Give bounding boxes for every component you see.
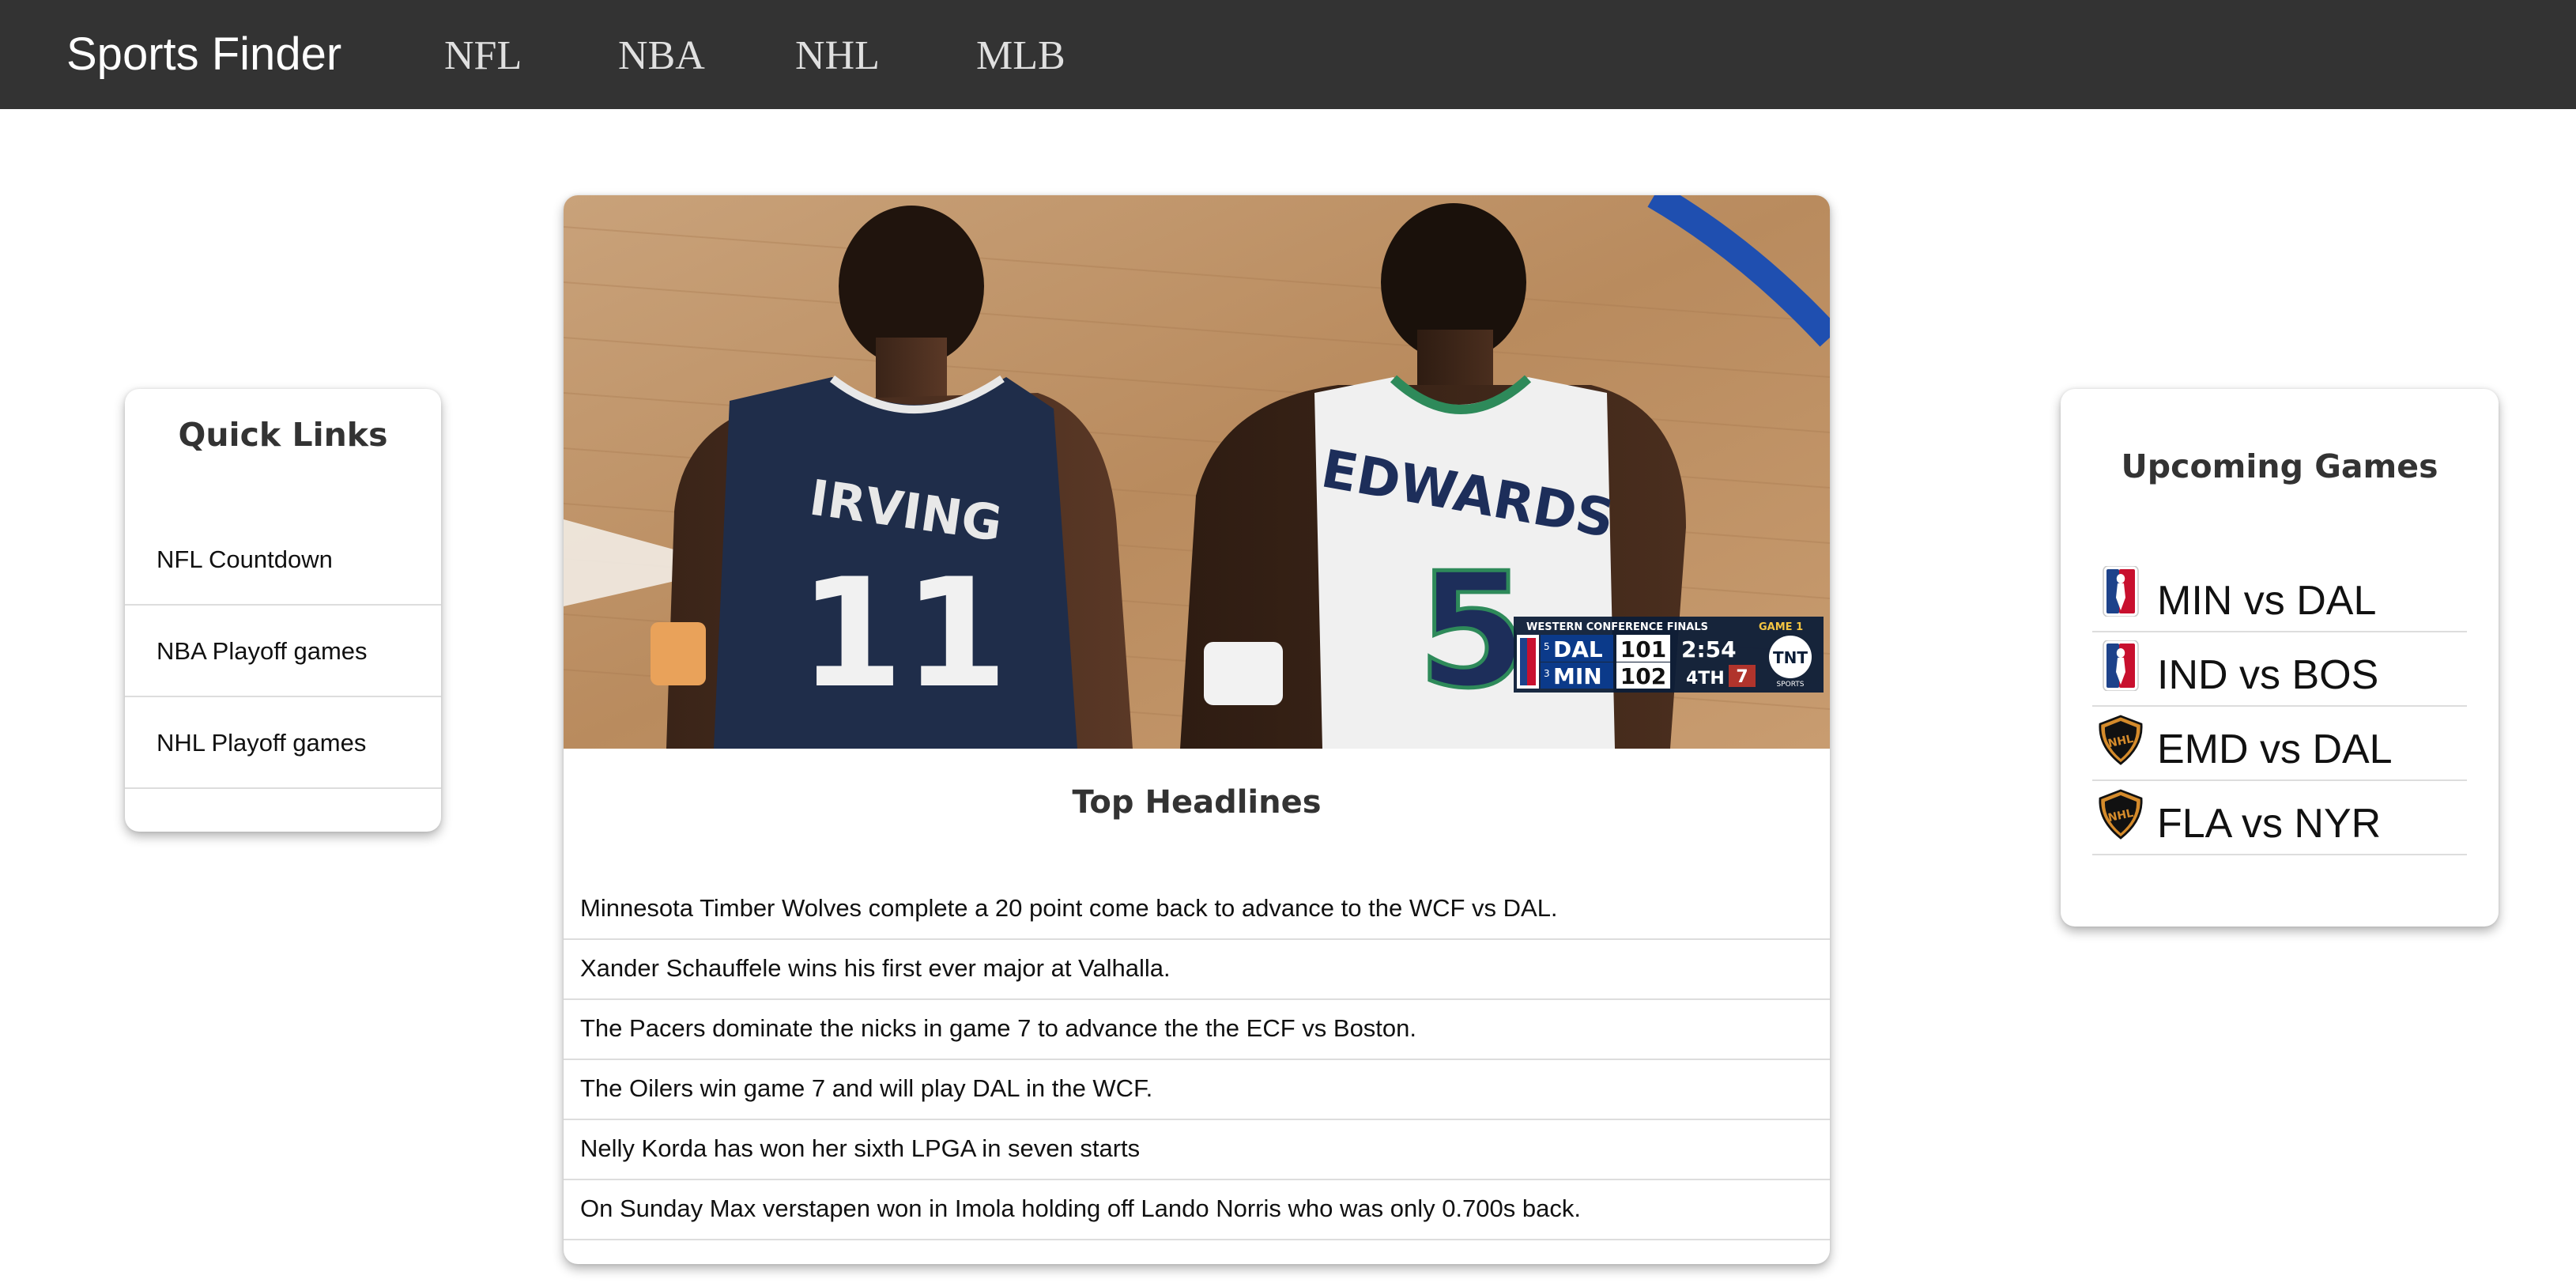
svg-text:102: 102 — [1620, 663, 1666, 689]
divider — [125, 787, 441, 789]
game-row[interactable]: MIN vs DAL — [2092, 558, 2467, 632]
headline-item[interactable]: On Sunday Max verstapen won in Imola hol… — [580, 1193, 1830, 1225]
brand-title[interactable]: Sports Finder — [66, 27, 341, 82]
headline-item[interactable]: Minnesota Timber Wolves complete a 20 po… — [580, 893, 1830, 924]
quick-links-card: Quick Links NFL Countdown NBA Playoff ga… — [125, 389, 441, 832]
divider — [564, 1119, 1830, 1120]
game-matchup: MIN vs DAL — [2157, 578, 2377, 624]
scorebug-game: GAME 1 — [1759, 621, 1803, 633]
divider — [564, 1179, 1830, 1180]
game-row[interactable]: NHL FLA vs NYR — [2092, 781, 2467, 855]
game-matchup: EMD vs DAL — [2157, 727, 2393, 772]
headline-item[interactable]: The Pacers dominate the nicks in game 7 … — [580, 1013, 1830, 1044]
tnt-logo: TNT — [1773, 648, 1808, 667]
headline-item[interactable]: Nelly Korda has won her sixth LPGA in se… — [580, 1133, 1830, 1164]
headlines-card: IRVING 11 EDWARDS 5 WESTERN CONFERENCE F… — [564, 195, 1830, 1264]
scorebug: WESTERN CONFERENCE FINALS GAME 1 5 DAL 1… — [1514, 617, 1824, 693]
svg-text:MIN: MIN — [1553, 663, 1602, 689]
svg-text:3: 3 — [1544, 668, 1550, 679]
svg-text:11: 11 — [799, 546, 1008, 721]
headline-item[interactable]: Xander Schauffele wins his first ever ma… — [580, 953, 1830, 984]
nhl-logo-icon: NHL — [2099, 789, 2143, 840]
game-row[interactable]: IND vs BOS — [2092, 632, 2467, 707]
svg-text:2:54: 2:54 — [1681, 636, 1737, 662]
divider — [564, 998, 1830, 1000]
headline-item[interactable]: The Oilers win game 7 and will play DAL … — [580, 1073, 1830, 1104]
svg-text:DAL: DAL — [1553, 636, 1603, 662]
svg-text:7: 7 — [1736, 667, 1748, 687]
quick-link-nfl-countdown[interactable]: NFL Countdown — [157, 544, 441, 576]
nav-link-nhl[interactable]: NHL — [795, 30, 880, 82]
svg-text:5: 5 — [1544, 641, 1550, 652]
game-matchup: IND vs BOS — [2157, 652, 2379, 698]
nav-link-nba[interactable]: NBA — [618, 30, 705, 82]
quick-link-nhl-playoffs[interactable]: NHL Playoff games — [157, 727, 441, 759]
divider — [564, 1239, 1830, 1240]
headlines-title: Top Headlines — [1072, 784, 1322, 821]
upcoming-games-title: Upcoming Games — [2121, 447, 2438, 485]
nav-link-nfl[interactable]: NFL — [444, 30, 522, 82]
svg-text:4TH: 4TH — [1686, 669, 1725, 689]
divider — [564, 938, 1830, 940]
nba-logo-icon — [2103, 566, 2139, 617]
game-matchup: FLA vs NYR — [2157, 801, 2382, 847]
quick-link-nba-playoffs[interactable]: NBA Playoff games — [157, 636, 441, 667]
upcoming-games-card: Upcoming Games MIN vs DAL IND vs BOS NHL — [2061, 389, 2499, 927]
nav-link-mlb[interactable]: MLB — [976, 30, 1065, 82]
svg-text:5: 5 — [1417, 539, 1527, 723]
divider — [125, 604, 441, 606]
game-row[interactable]: NHL EMD vs DAL — [2092, 707, 2467, 781]
top-navigation-bar: Sports Finder NFL NBA NHL MLB — [0, 0, 2576, 109]
scorebug-series: WESTERN CONFERENCE FINALS — [1526, 621, 1708, 633]
divider — [564, 1059, 1830, 1060]
svg-text:SPORTS: SPORTS — [1776, 681, 1804, 689]
nhl-logo-icon: NHL — [2099, 715, 2143, 765]
divider — [125, 696, 441, 697]
quick-links-title: Quick Links — [178, 416, 388, 454]
nba-logo-icon — [2103, 640, 2139, 691]
hero-basketball-image: IRVING 11 EDWARDS 5 WESTERN CONFERENCE F… — [564, 195, 1830, 749]
svg-text:101: 101 — [1620, 636, 1666, 662]
